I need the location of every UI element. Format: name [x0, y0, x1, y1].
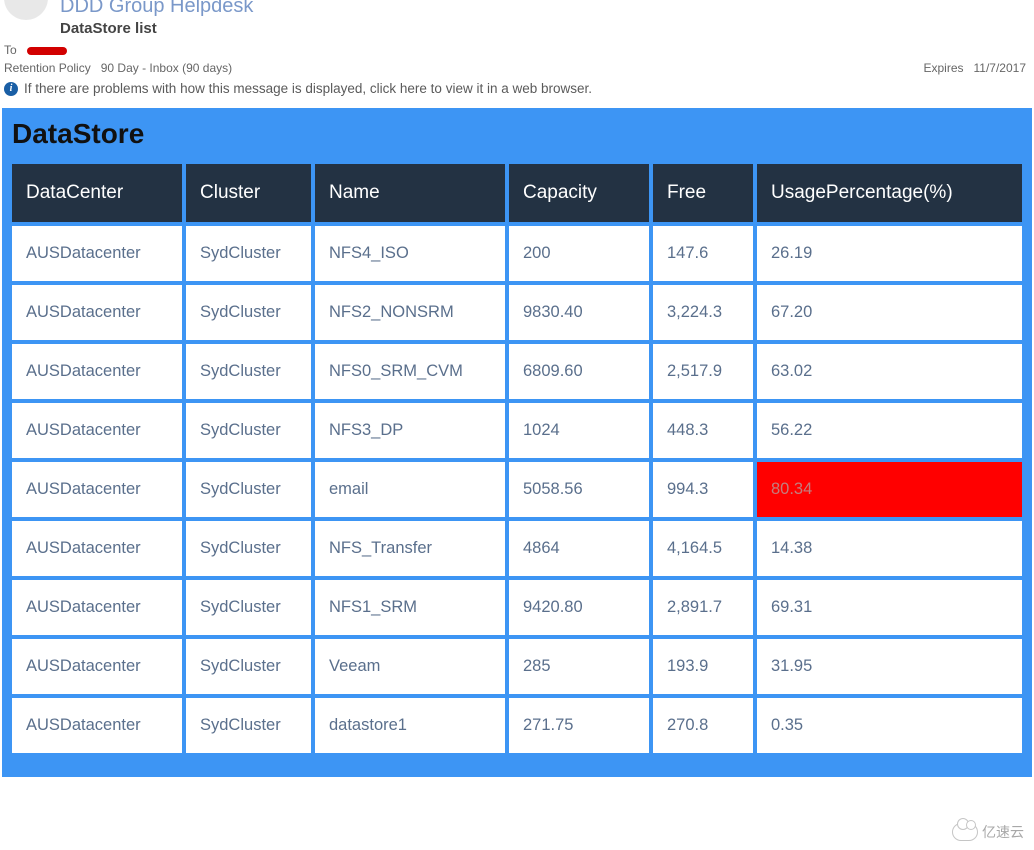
col-name: Name	[315, 164, 505, 222]
table-row: AUSDatacenterSydClusterNFS3_DP1024448.35…	[12, 403, 1022, 458]
view-in-browser-note: i If there are problems with how this me…	[0, 77, 1034, 104]
cell-capacity: 1024	[509, 403, 649, 458]
to-redacted	[27, 47, 67, 55]
info-icon: i	[4, 82, 18, 96]
col-cluster: Cluster	[186, 164, 311, 222]
cell-usage: 69.31	[757, 580, 1022, 635]
email-body: DataStore DataCenter Cluster Name Capaci…	[2, 108, 1032, 777]
table-row: AUSDatacenterSydClusterNFS1_SRM9420.802,…	[12, 580, 1022, 635]
cell-cluster: SydCluster	[186, 521, 311, 576]
cloud-icon	[952, 823, 978, 841]
cell-name: Veeam	[315, 639, 505, 694]
cell-usage: 14.38	[757, 521, 1022, 576]
cell-cluster: SydCluster	[186, 285, 311, 340]
cell-cluster: SydCluster	[186, 403, 311, 458]
to-label: To	[4, 43, 17, 57]
cell-usage: 31.95	[757, 639, 1022, 694]
expires-value: 11/7/2017	[974, 61, 1027, 75]
col-datacenter: DataCenter	[12, 164, 182, 222]
cell-name: NFS1_SRM	[315, 580, 505, 635]
cell-capacity: 9420.80	[509, 580, 649, 635]
cell-name: NFS3_DP	[315, 403, 505, 458]
retention-label: Retention Policy	[4, 61, 91, 75]
cell-datacenter: AUSDatacenter	[12, 698, 182, 753]
cell-cluster: SydCluster	[186, 698, 311, 753]
retention-line: Retention Policy 90 Day - Inbox (90 days…	[0, 59, 1034, 77]
cell-usage: 56.22	[757, 403, 1022, 458]
cell-capacity: 9830.40	[509, 285, 649, 340]
cell-name: datastore1	[315, 698, 505, 753]
cell-capacity: 5058.56	[509, 462, 649, 517]
watermark-text: 亿速云	[982, 822, 1024, 842]
cell-datacenter: AUSDatacenter	[12, 462, 182, 517]
cell-capacity: 6809.60	[509, 344, 649, 399]
cell-free: 2,891.7	[653, 580, 753, 635]
cell-name: email	[315, 462, 505, 517]
cell-free: 4,164.5	[653, 521, 753, 576]
col-free: Free	[653, 164, 753, 222]
table-body: AUSDatacenterSydClusterNFS4_ISO200147.62…	[12, 226, 1022, 753]
cell-datacenter: AUSDatacenter	[12, 344, 182, 399]
table-row: AUSDatacenterSydClusterNFS2_NONSRM9830.4…	[12, 285, 1022, 340]
retention-value: 90 Day - Inbox (90 days)	[101, 61, 232, 75]
cell-capacity: 4864	[509, 521, 649, 576]
email-header-main: DDD Group Helpdesk DataStore list	[60, 0, 1024, 37]
email-subject: DataStore list	[60, 20, 1024, 37]
watermark: 亿速云	[952, 822, 1024, 842]
cell-capacity: 271.75	[509, 698, 649, 753]
cell-free: 193.9	[653, 639, 753, 694]
cell-name: NFS_Transfer	[315, 521, 505, 576]
email-header: DG DDD Group Helpdesk DataStore list	[0, 0, 1034, 41]
table-header: DataCenter Cluster Name Capacity Free Us…	[12, 164, 1022, 222]
body-title: DataStore	[8, 112, 1026, 160]
cell-cluster: SydCluster	[186, 639, 311, 694]
sender-avatar: DG	[4, 0, 48, 20]
cell-capacity: 200	[509, 226, 649, 281]
avatar-initials: DG	[11, 0, 41, 5]
cell-free: 147.6	[653, 226, 753, 281]
cell-cluster: SydCluster	[186, 226, 311, 281]
cell-datacenter: AUSDatacenter	[12, 403, 182, 458]
cell-free: 3,224.3	[653, 285, 753, 340]
cell-free: 448.3	[653, 403, 753, 458]
cell-usage: 0.35	[757, 698, 1022, 753]
table-row: AUSDatacenterSydClusterNFS_Transfer48644…	[12, 521, 1022, 576]
cell-datacenter: AUSDatacenter	[12, 521, 182, 576]
cell-capacity: 285	[509, 639, 649, 694]
to-line: To	[0, 41, 1034, 59]
cell-cluster: SydCluster	[186, 344, 311, 399]
cell-datacenter: AUSDatacenter	[12, 226, 182, 281]
cell-free: 270.8	[653, 698, 753, 753]
table-row: AUSDatacenterSydClusterNFS4_ISO200147.62…	[12, 226, 1022, 281]
table-row: AUSDatacenterSydClusterdatastore1271.752…	[12, 698, 1022, 753]
cell-usage: 63.02	[757, 344, 1022, 399]
cell-free: 2,517.9	[653, 344, 753, 399]
expires-label: Expires	[923, 61, 963, 75]
view-in-browser-link[interactable]: If there are problems with how this mess…	[24, 81, 592, 96]
table-row: AUSDatacenterSydClusteremail5058.56994.3…	[12, 462, 1022, 517]
table-row: AUSDatacenterSydClusterNFS0_SRM_CVM6809.…	[12, 344, 1022, 399]
cell-name: NFS0_SRM_CVM	[315, 344, 505, 399]
cell-name: NFS2_NONSRM	[315, 285, 505, 340]
col-capacity: Capacity	[509, 164, 649, 222]
cell-cluster: SydCluster	[186, 462, 311, 517]
cell-datacenter: AUSDatacenter	[12, 285, 182, 340]
cell-usage: 67.20	[757, 285, 1022, 340]
cell-usage: 26.19	[757, 226, 1022, 281]
sender-name: DDD Group Helpdesk	[60, 0, 1024, 16]
cell-usage: 80.34	[757, 462, 1022, 517]
cell-datacenter: AUSDatacenter	[12, 580, 182, 635]
cell-datacenter: AUSDatacenter	[12, 639, 182, 694]
datastore-table: DataCenter Cluster Name Capacity Free Us…	[8, 160, 1026, 757]
cell-name: NFS4_ISO	[315, 226, 505, 281]
cell-cluster: SydCluster	[186, 580, 311, 635]
cell-free: 994.3	[653, 462, 753, 517]
col-usage: UsagePercentage(%)	[757, 164, 1022, 222]
table-row: AUSDatacenterSydClusterVeeam285193.931.9…	[12, 639, 1022, 694]
